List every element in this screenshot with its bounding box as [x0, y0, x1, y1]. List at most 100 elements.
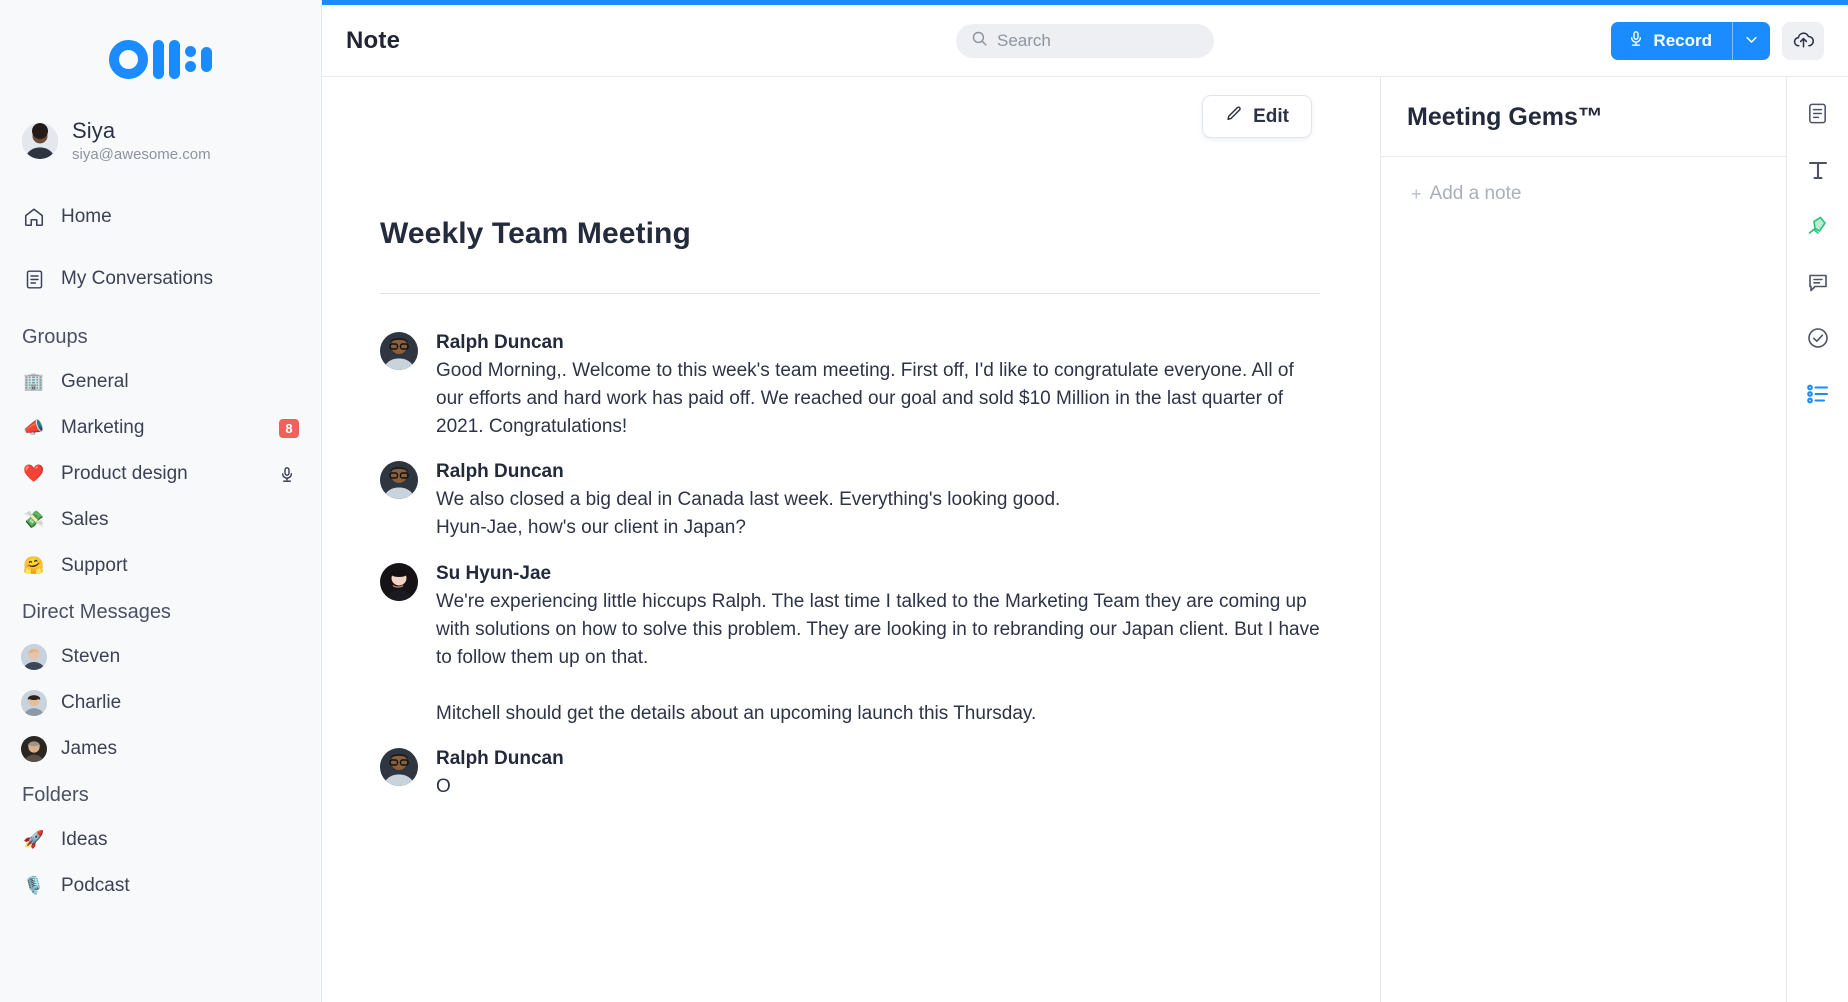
sidebar: Siya siya@awesome.com Home My Conversati…	[0, 0, 322, 1002]
sidebar-item-label: Home	[61, 206, 112, 228]
edit-button-label: Edit	[1253, 105, 1289, 127]
rail-item-action-items[interactable]	[1798, 323, 1838, 357]
search-placeholder: Search	[997, 31, 1051, 50]
transcript-row[interactable]: Ralph Duncan We also closed a big deal i…	[380, 461, 1320, 542]
meeting-gems-panel: Meeting Gems™ + Add a note	[1380, 77, 1786, 1002]
document-icon	[22, 269, 46, 290]
message-text: Good Morning,. Welcome to this week's te…	[436, 360, 1294, 438]
rail-item-gem-highlight[interactable]	[1798, 211, 1838, 245]
speaker-name: Ralph Duncan	[436, 332, 564, 353]
sidebar-item-support[interactable]: 🤗 Support	[0, 543, 321, 589]
avatar	[21, 644, 47, 671]
rail-item-comments[interactable]	[1798, 267, 1838, 301]
document-title: Weekly Team Meeting	[380, 217, 691, 250]
bulleted-list-icon	[1806, 383, 1830, 410]
search-input[interactable]: Search	[956, 24, 1214, 58]
home-icon	[22, 206, 46, 228]
transcript-document-icon	[1806, 102, 1829, 130]
sidebar-item-label: General	[61, 371, 129, 393]
otter-logo-icon	[109, 39, 212, 79]
import-upload-button[interactable]	[1782, 21, 1824, 60]
transcript-messages: Ralph Duncan Good Morning,. Welcome to t…	[322, 294, 1380, 801]
avatar	[380, 332, 418, 370]
tool-rail	[1786, 77, 1848, 1002]
message-text: We're experiencing little hiccups Ralph.…	[436, 590, 1320, 724]
speaker-name: Ralph Duncan	[436, 461, 564, 483]
page-title: Note	[346, 26, 401, 54]
sidebar-item-label: My Conversations	[61, 268, 214, 290]
hugging-face-icon: 🤗	[23, 556, 45, 576]
microphone-icon	[1628, 29, 1644, 53]
megaphone-icon: 📣	[23, 418, 45, 438]
rail-item-outline[interactable]	[1798, 379, 1838, 413]
sidebar-item-podcast[interactable]: 🎙️ Podcast	[0, 863, 321, 909]
check-circle-icon	[1806, 326, 1830, 355]
avatar	[22, 123, 58, 160]
gem-highlight-icon	[1806, 214, 1830, 243]
cloud-upload-icon	[1792, 28, 1815, 54]
record-dropdown-button[interactable]	[1732, 21, 1770, 60]
sidebar-section-folders: Folders	[22, 784, 89, 807]
topbar: Note Search Record	[322, 0, 1848, 77]
user-name: Siya	[72, 118, 116, 143]
edit-button-wrap: Edit	[1202, 95, 1312, 138]
comment-bubble-icon	[1806, 270, 1830, 299]
microphone-icon	[275, 465, 299, 484]
avatar	[21, 690, 47, 717]
sidebar-item-my-conversations[interactable]: My Conversations	[0, 256, 321, 302]
avatar	[380, 562, 418, 601]
sidebar-item-label: Ideas	[61, 829, 108, 851]
text-format-icon	[1806, 158, 1830, 187]
message-text: O	[436, 776, 451, 798]
sidebar-item-label: Sales	[61, 509, 109, 531]
speaker-name: Su Hyun-Jae	[436, 562, 552, 584]
money-icon: 💸	[23, 510, 45, 530]
panel-divider	[1381, 156, 1786, 157]
sidebar-item-label: Steven	[61, 646, 121, 668]
heart-icon: ❤️	[23, 464, 45, 484]
sidebar-item-home[interactable]: Home	[0, 194, 321, 240]
user-email: siya@awesome.com	[72, 146, 211, 164]
sidebar-item-label: Support	[61, 555, 128, 577]
rail-item-transcript[interactable]	[1798, 99, 1838, 133]
sidebar-item-label: Podcast	[61, 875, 130, 897]
sidebar-item-label: Marketing	[61, 417, 145, 439]
rocket-icon: 🚀	[23, 830, 45, 850]
chevron-down-icon	[1744, 32, 1759, 50]
transcript-row[interactable]: Ralph Duncan Good Morning,. Welcome to t…	[380, 332, 1320, 441]
main-area: Note Search Record Edit Weekly Team Meet…	[322, 0, 1848, 1002]
pencil-icon	[1225, 105, 1243, 129]
meeting-gems-title: Meeting Gems™	[1407, 103, 1603, 131]
sidebar-section-groups: Groups	[22, 326, 88, 349]
unread-badge: 8	[279, 418, 299, 438]
brand-logo[interactable]	[0, 0, 321, 118]
sidebar-item-charlie[interactable]: Charlie	[0, 680, 321, 726]
top-accent-bar	[322, 0, 1848, 5]
add-note-label: Add a note	[1429, 183, 1522, 204]
record-button[interactable]: Record	[1611, 21, 1732, 60]
content-row: Edit Weekly Team Meeting Ralph Duncan Go…	[322, 77, 1848, 1002]
add-note-button[interactable]: + Add a note	[1403, 177, 1533, 211]
sidebar-item-product-design[interactable]: ❤️ Product design	[0, 451, 321, 497]
transcript-panel: Edit Weekly Team Meeting Ralph Duncan Go…	[322, 77, 1380, 1002]
sidebar-item-label: Product design	[61, 463, 188, 485]
transcript-row[interactable]: Ralph Duncan O	[380, 748, 1320, 801]
record-button-label: Record	[1653, 30, 1712, 50]
microphone-studio-icon: 🎙️	[23, 876, 45, 896]
sidebar-item-ideas[interactable]: 🚀 Ideas	[0, 817, 321, 863]
sidebar-item-sales[interactable]: 💸 Sales	[0, 497, 321, 543]
search-icon	[971, 30, 988, 52]
topbar-actions: Record	[1611, 21, 1824, 60]
speaker-name: Ralph Duncan	[436, 748, 564, 770]
sidebar-user[interactable]: Siya siya@awesome.com	[0, 118, 321, 164]
sidebar-section-direct-messages: Direct Messages	[22, 601, 171, 624]
message-text: We also closed a big deal in Canada last…	[436, 489, 1061, 539]
sidebar-item-label: Charlie	[61, 692, 122, 714]
rail-item-text-format[interactable]	[1798, 155, 1838, 189]
sidebar-item-james[interactable]: James	[0, 726, 321, 772]
sidebar-item-steven[interactable]: Steven	[0, 634, 321, 680]
sidebar-item-marketing[interactable]: 📣 Marketing 8	[0, 405, 321, 451]
sidebar-item-general[interactable]: 🏢 General	[0, 359, 321, 405]
edit-button[interactable]: Edit	[1202, 95, 1312, 138]
transcript-row[interactable]: Su Hyun-Jae We're experiencing little hi…	[380, 562, 1320, 729]
